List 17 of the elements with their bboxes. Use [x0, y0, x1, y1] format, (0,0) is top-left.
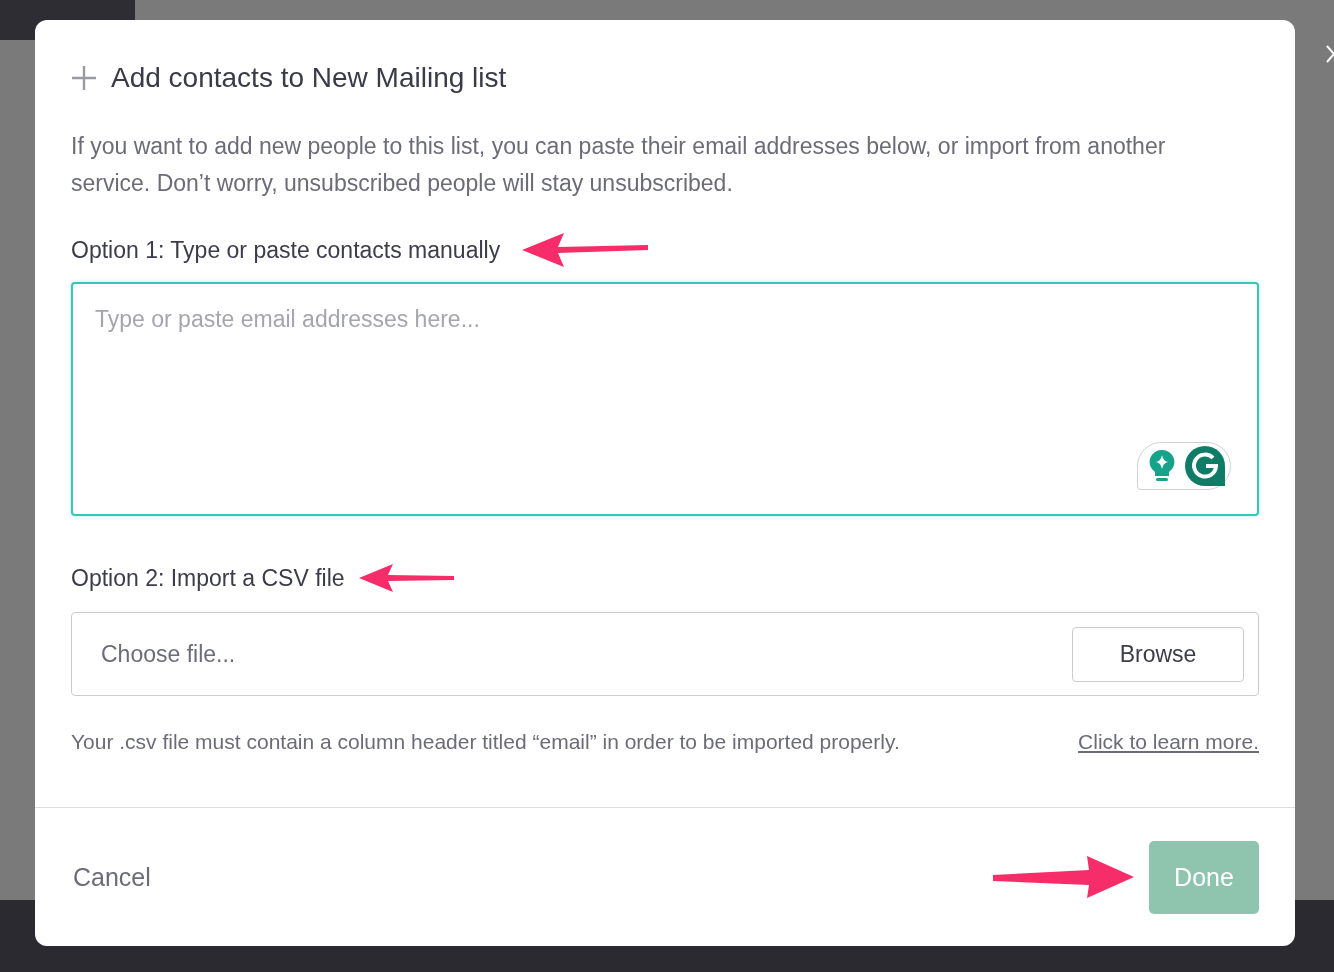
close-icon[interactable]	[1326, 44, 1334, 64]
intro-text: If you want to add new people to this list, you can paste their email addresses below, or import from another service. Don’t worry, unsubscribed people will stay unsubscribed.	[71, 132, 1167, 198]
file-placeholder: Choose file...	[101, 640, 236, 668]
plus-icon	[71, 65, 97, 91]
dialog-title: Add contacts to New Mailing list	[111, 62, 507, 94]
lightbulb-icon	[1148, 448, 1176, 484]
browse-button[interactable]: Browse	[1072, 626, 1244, 682]
file-input-field[interactable]: Choose file... Browse	[71, 612, 1259, 696]
option-label: Option 2: Import a CSV file	[71, 564, 345, 592]
arrow-icon	[520, 230, 651, 270]
csv-note: Your .csv file must contain a column header titled “email” in order to be imported properly.	[71, 730, 900, 754]
email-input-field[interactable]: Type or paste email addresses here...	[71, 282, 1259, 516]
learn-more-link[interactable]: Click to learn more.	[1078, 730, 1259, 754]
grammar-widget[interactable]	[1137, 442, 1231, 490]
g-logo-icon	[1184, 445, 1226, 487]
option-label: Option 1: Type or paste contacts manually	[71, 236, 501, 264]
cancel-button[interactable]: Cancel	[73, 862, 151, 892]
